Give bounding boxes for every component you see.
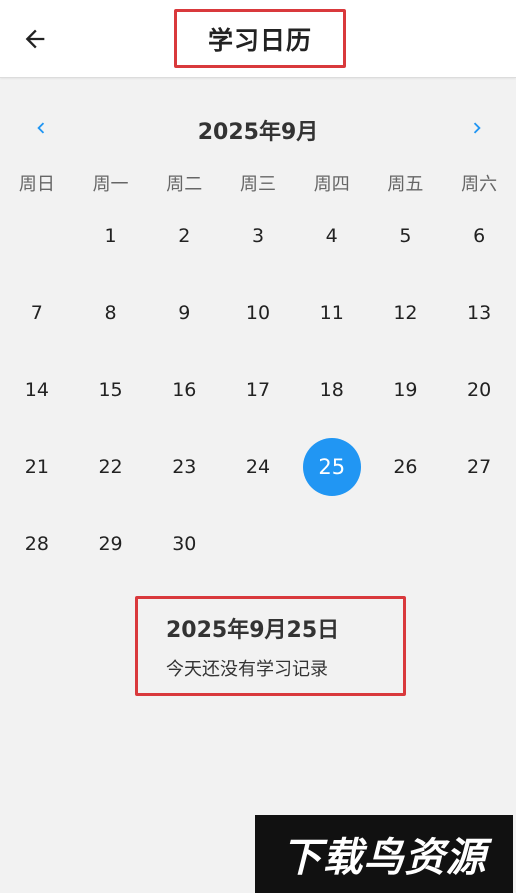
day-cell[interactable]: 28 bbox=[0, 505, 74, 582]
record-date: 2025年9月25日 bbox=[166, 618, 340, 643]
day-number: 5 bbox=[399, 224, 412, 247]
day-cell[interactable]: 18 bbox=[295, 351, 369, 428]
day-number: 15 bbox=[98, 378, 123, 401]
day-number: 14 bbox=[24, 378, 49, 401]
arrow-left-icon bbox=[25, 29, 45, 49]
day-number: 7 bbox=[30, 301, 43, 324]
watermark-text: 下载鸟资源 bbox=[281, 835, 487, 881]
day-number: 21 bbox=[24, 455, 49, 478]
title-highlight: 学习日历 bbox=[174, 9, 346, 68]
day-cell-empty bbox=[0, 197, 74, 274]
record-panel: 2025年9月25日 今天还没有学习记录 bbox=[135, 596, 406, 696]
weekday-header: 周日 周一 周二 周三 周四 周五 周六 bbox=[0, 170, 516, 200]
day-number: 12 bbox=[393, 301, 418, 324]
day-number: 18 bbox=[319, 378, 344, 401]
day-cell[interactable]: 10 bbox=[221, 274, 295, 351]
app-bar: 学习日历 bbox=[0, 0, 516, 78]
weekday-label: 周一 bbox=[92, 174, 129, 195]
day-cell[interactable]: 3 bbox=[221, 197, 295, 274]
weekday-label: 周四 bbox=[313, 174, 350, 195]
next-month-button[interactable] bbox=[459, 110, 495, 146]
calendar-grid: 1 2 3 4 5 6 7 8 9 10 11 12 13 14 15 16 17 18 19 20 21 22 23 24 2… bbox=[0, 197, 516, 582]
day-number: 11 bbox=[319, 301, 344, 324]
day-cell[interactable]: 19 bbox=[369, 351, 443, 428]
day-number: 19 bbox=[393, 378, 418, 401]
day-cell[interactable]: 8 bbox=[74, 274, 148, 351]
day-number: 27 bbox=[467, 455, 492, 478]
day-cell[interactable]: 15 bbox=[74, 351, 148, 428]
day-number: 30 bbox=[172, 532, 197, 555]
day-cell[interactable]: 26 bbox=[369, 428, 443, 505]
weekday-label: 周三 bbox=[239, 174, 276, 195]
record-message: 今天还没有学习记录 bbox=[166, 659, 328, 680]
day-cell-selected[interactable]: 25 bbox=[295, 428, 369, 505]
day-cell[interactable]: 4 bbox=[295, 197, 369, 274]
page-title: 学习日历 bbox=[207, 25, 312, 55]
day-cell[interactable]: 30 bbox=[147, 505, 221, 582]
month-label: 2025年9月 bbox=[197, 120, 319, 145]
day-number: 9 bbox=[178, 301, 191, 324]
day-number: 17 bbox=[245, 378, 271, 401]
day-number: 6 bbox=[473, 224, 486, 247]
day-number: 26 bbox=[393, 455, 418, 478]
day-cell[interactable]: 11 bbox=[295, 274, 369, 351]
day-number: 3 bbox=[251, 224, 265, 247]
day-number: 2 bbox=[178, 224, 191, 247]
day-cell[interactable]: 20 bbox=[442, 351, 516, 428]
day-cell[interactable]: 17 bbox=[221, 351, 295, 428]
day-cell[interactable]: 6 bbox=[442, 197, 516, 274]
day-cell[interactable]: 5 bbox=[369, 197, 443, 274]
day-number: 22 bbox=[98, 455, 123, 478]
weekday-label: 周六 bbox=[461, 174, 498, 195]
weekday-label: 周二 bbox=[166, 174, 203, 195]
day-number: 4 bbox=[325, 224, 338, 247]
back-button[interactable] bbox=[14, 18, 56, 60]
day-cell[interactable]: 22 bbox=[74, 428, 148, 505]
day-cell[interactable]: 24 bbox=[221, 428, 295, 505]
day-number: 13 bbox=[467, 301, 492, 324]
weekday-label: 周日 bbox=[18, 174, 55, 195]
day-number: 29 bbox=[98, 532, 123, 555]
day-cell[interactable]: 29 bbox=[74, 505, 148, 582]
day-cell[interactable]: 23 bbox=[147, 428, 221, 505]
chevron-right-icon bbox=[473, 122, 481, 134]
day-number: 23 bbox=[172, 455, 197, 478]
day-cell[interactable]: 1 bbox=[74, 197, 148, 274]
day-number: 16 bbox=[172, 378, 197, 401]
day-number: 1 bbox=[104, 224, 117, 247]
day-cell[interactable]: 21 bbox=[0, 428, 74, 505]
day-number: 24 bbox=[245, 455, 271, 478]
day-number: 25 bbox=[302, 437, 361, 496]
day-cell[interactable]: 2 bbox=[147, 197, 221, 274]
watermark-logo: 下载鸟资源 bbox=[255, 815, 513, 893]
day-cell[interactable]: 7 bbox=[0, 274, 74, 351]
day-cell[interactable]: 9 bbox=[147, 274, 221, 351]
day-cell[interactable]: 27 bbox=[442, 428, 516, 505]
day-cell[interactable]: 14 bbox=[0, 351, 74, 428]
day-cell[interactable]: 16 bbox=[147, 351, 221, 428]
day-number: 28 bbox=[24, 532, 49, 555]
day-number: 20 bbox=[467, 378, 492, 401]
weekday-label: 周五 bbox=[387, 174, 424, 195]
day-number: 8 bbox=[104, 301, 117, 324]
day-number: 10 bbox=[245, 301, 271, 324]
month-navigator: 2025年9月 bbox=[0, 104, 516, 152]
day-cell[interactable]: 13 bbox=[442, 274, 516, 351]
day-cell[interactable]: 12 bbox=[369, 274, 443, 351]
